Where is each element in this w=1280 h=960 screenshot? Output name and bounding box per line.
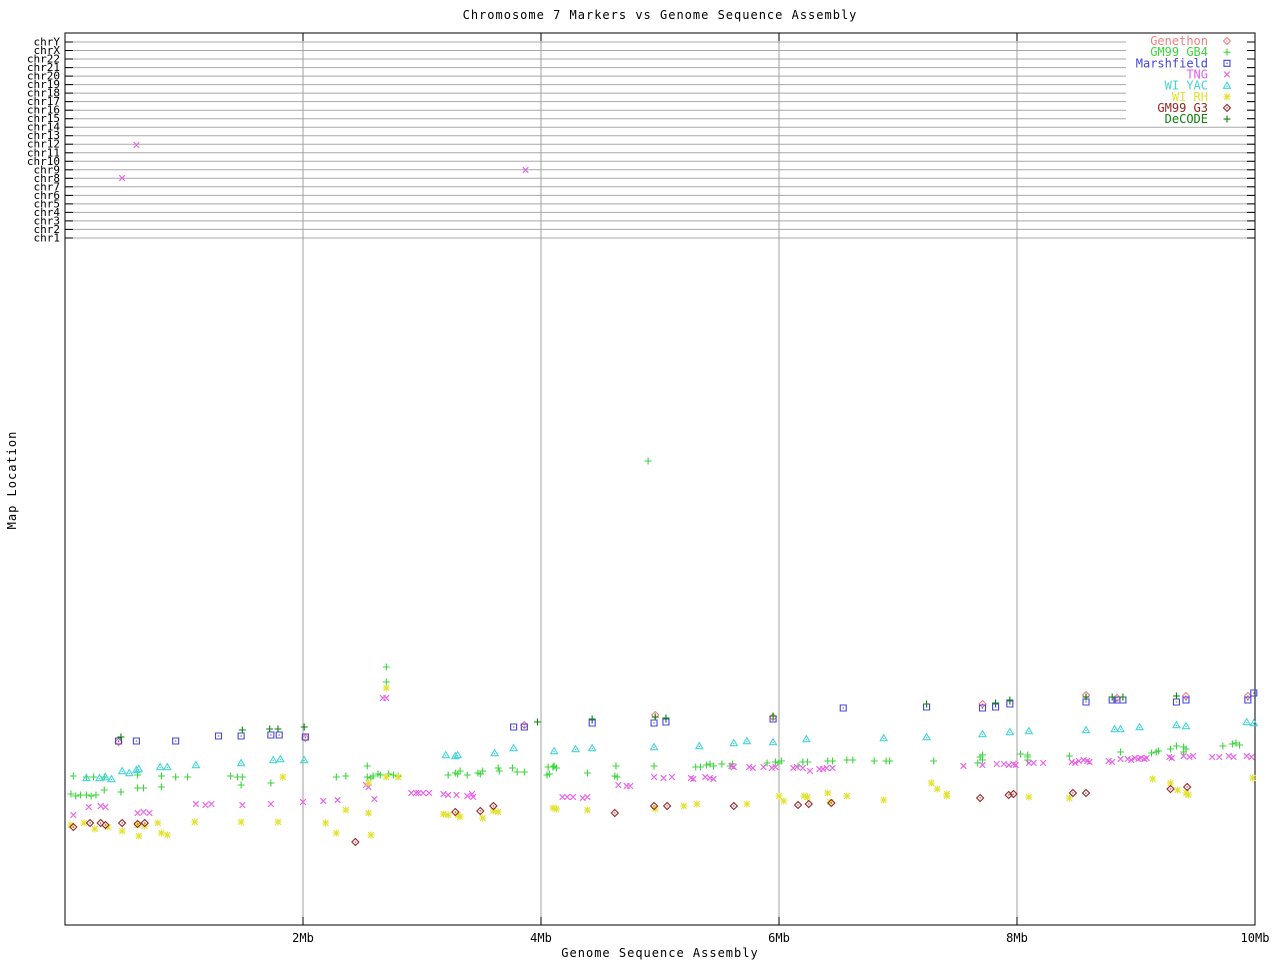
x-tick-label-10mb: 10Mb bbox=[1241, 931, 1270, 945]
x-tick-label-8mb: 8Mb bbox=[1006, 931, 1028, 945]
series-points-wi-yac bbox=[81, 717, 1259, 783]
legend-label-decode: DeCODE bbox=[1165, 112, 1208, 126]
series-points-decode bbox=[117, 692, 1180, 741]
x-tick-label-4mb: 4Mb bbox=[530, 931, 552, 945]
chart-plot-area: chrYchrXchr22chr21chr20chr19chr18chr17ch… bbox=[27, 32, 1270, 945]
y-tick-label-chr1: chr1 bbox=[34, 232, 61, 245]
plot-border bbox=[64, 32, 1256, 926]
series-points-gm99-g3 bbox=[69, 782, 1192, 847]
x-tick-label-2mb: 2Mb bbox=[292, 931, 314, 945]
x-tick-label-6mb: 6Mb bbox=[768, 931, 790, 945]
series-points-genethon bbox=[114, 690, 1253, 747]
series-points-gm99-gb4 bbox=[67, 457, 1244, 800]
series-points-tng bbox=[70, 141, 1255, 819]
legend-marker-wi-rh-icon bbox=[1223, 93, 1231, 101]
